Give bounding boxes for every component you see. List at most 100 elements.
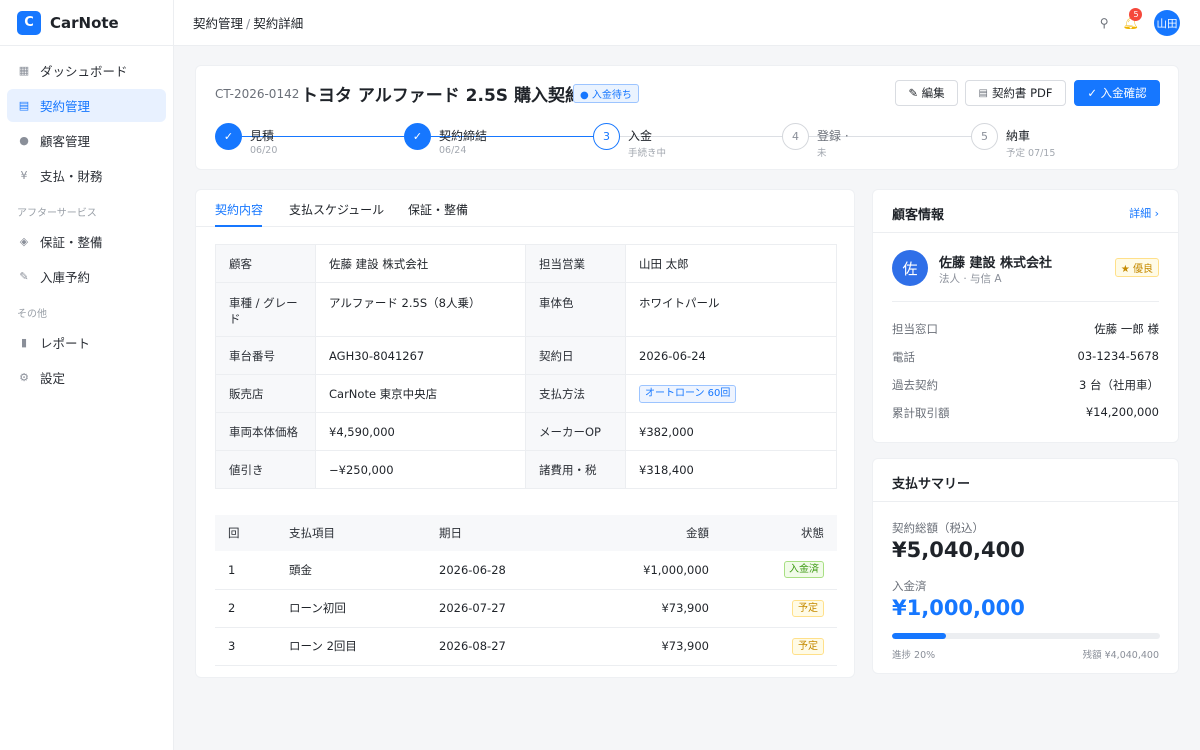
sidebar-item-booking[interactable]: ✎ 入庫予約: [7, 260, 166, 293]
step-3-marker: 3: [593, 123, 620, 150]
active-tab-indicator: [215, 225, 262, 227]
discount-value: −¥250,000: [315, 450, 526, 489]
card-title: 支払サマリー: [892, 477, 971, 492]
field-value: 佐藤 一郎 様: [1094, 322, 1159, 336]
tab-contract-content[interactable]: 契約内容: [215, 201, 263, 218]
spec-value-cell: オートローン 60回: [625, 374, 837, 413]
notification-button[interactable]: 🔔︎ 5: [1122, 7, 1143, 31]
customer-detail-link[interactable]: 詳細 ›: [1129, 205, 1159, 221]
spec-value: ホワイトパール: [625, 282, 837, 337]
contract-pdf-label: 契約書 PDF: [991, 86, 1053, 100]
step-1-date: 06/20: [250, 145, 278, 156]
table-row[interactable]: 3 ローン 2回目 2026-08-27 ¥73,900 予定: [215, 627, 837, 666]
spec-value: AGH30-8041267: [315, 336, 526, 375]
field-value: 03-1234-5678: [1077, 349, 1159, 363]
spec-value: アルファード 2.5S（8人乗）: [315, 282, 526, 337]
column-header: 金額: [579, 515, 709, 551]
brand-name: CarNote: [50, 13, 119, 32]
table-row[interactable]: 2 ローン初回 2026-07-27 ¥73,900 予定: [215, 589, 837, 628]
search-icon[interactable]: ⚲: [1100, 16, 1109, 30]
schedule-header-row: 回 支払項目 期日 金額 状態: [215, 515, 837, 551]
sidebar-item-label: 顧客管理: [40, 134, 91, 149]
spec-key: メーカーOP: [525, 412, 626, 451]
table-row[interactable]: 1 頭金 2026-06-28 ¥1,000,000 入金済: [215, 551, 837, 590]
spec-key: 販売店: [215, 374, 316, 413]
breadcrumb-separator: /: [246, 16, 251, 31]
breadcrumb: 契約管理 / 契約詳細: [193, 13, 303, 32]
sidebar-item-warranty[interactable]: ◈ 保証・整備: [7, 225, 166, 258]
wrench-icon: ✎: [19, 270, 29, 283]
sidebar-item-contracts[interactable]: ▤ 契約管理: [7, 89, 166, 122]
column-header: 支払項目: [289, 515, 439, 551]
progress-text: 進捗 20%: [892, 650, 936, 661]
step-5-marker: 5: [971, 123, 998, 150]
topbar-actions: ⚲ 🔔︎ 5 山田: [1100, 0, 1180, 46]
progress-bar: [892, 633, 1160, 639]
gear-icon: ⚙: [19, 371, 29, 384]
step-3-label: 入金: [628, 129, 653, 143]
tab-bar: 契約内容 支払スケジュール 保証・整備: [196, 190, 854, 227]
due-date: 2026-08-27: [439, 627, 579, 666]
customer-type: 法人 · 与信 A: [939, 273, 1002, 285]
customer-avatar: 佐: [892, 250, 928, 286]
paid-label: 入金済: [892, 579, 927, 593]
sidebar-item-label: 入庫予約: [40, 270, 91, 285]
spec-key: 担当営業: [525, 244, 626, 283]
step-5-label: 納車: [1006, 129, 1031, 143]
payment-item: ローン 2回目: [289, 627, 439, 666]
edit-button[interactable]: ✎ 編集: [895, 80, 958, 106]
page-title: トヨタ アルファード 2.5S 購入契約: [301, 86, 582, 106]
spec-key: 車両本体価格: [215, 412, 316, 451]
spec-key: 顧客: [215, 244, 316, 283]
due-date: 2026-06-28: [439, 551, 579, 590]
sidebar-item-label: 支払・財務: [40, 169, 103, 184]
breadcrumb-item-detail: 契約詳細: [253, 16, 304, 31]
spec-value: ¥382,000: [625, 412, 837, 451]
spec-row: 車台番号 AGH30-8041267 契約日 2026-06-24: [215, 336, 837, 375]
sidebar-item-finance[interactable]: ¥ 支払・財務: [7, 159, 166, 192]
spec-key: 車体色: [525, 282, 626, 337]
sidebar-item-settings[interactable]: ⚙ 設定: [7, 361, 166, 394]
amount: ¥73,900: [579, 627, 709, 666]
customer-info-card: 顧客情報 詳細 › 佐 佐藤 建設 株式会社 法人 · 与信 A ★ 優良 担当…: [872, 189, 1179, 443]
total-amount: ¥5,040,400: [892, 538, 1025, 562]
payment-item: ローン初回: [289, 589, 439, 628]
step-4-label: 登録 ·: [817, 129, 849, 143]
divider: [873, 501, 1178, 502]
customer-field: 累計取引額 ¥14,200,000: [892, 405, 1159, 421]
step-1-label: 見積: [250, 129, 275, 143]
sidebar-item-dashboard[interactable]: ▦ ダッシュボード: [7, 54, 166, 87]
status-badge: 入金済: [784, 561, 824, 579]
column-header: 状態: [709, 515, 837, 551]
grid-icon: ▦: [18, 64, 30, 77]
spec-value: CarNote 東京中央店: [315, 374, 526, 413]
brand[interactable]: C CarNote: [0, 0, 173, 46]
amount: ¥73,900: [579, 589, 709, 628]
customer-rank-badge: ★ 優良: [1114, 258, 1159, 277]
contract-pdf-button[interactable]: ▤ 契約書 PDF: [965, 80, 1066, 106]
spec-value: ¥4,590,000: [315, 412, 526, 451]
divider: [892, 301, 1159, 302]
sidebar: C CarNote ▦ ダッシュボード ▤ 契約管理 ● 顧客管理 ¥ 支払・財…: [0, 0, 174, 750]
contract-id: CT-2026-0142: [215, 87, 300, 101]
customer-field: 担当窓口 佐藤 一郎 様: [892, 321, 1159, 337]
spec-value: 佐藤 建設 株式会社: [315, 244, 526, 283]
spec-key: 車台番号: [215, 336, 316, 375]
tab-payment-schedule[interactable]: 支払スケジュール: [289, 201, 384, 218]
customer-field: 過去契約 3 台（社用車）: [892, 377, 1159, 393]
sidebar-item-label: レポート: [40, 336, 91, 351]
sidebar-item-label: ダッシュボード: [40, 64, 128, 79]
user-avatar[interactable]: 山田: [1154, 10, 1180, 36]
spec-value: 山田 太郎: [625, 244, 837, 283]
breadcrumb-item-contracts[interactable]: 契約管理: [193, 16, 243, 31]
chart-icon: ▮: [20, 336, 28, 349]
spec-key: 車種 / グレード: [215, 282, 316, 337]
spec-value: 2026-06-24: [625, 336, 837, 375]
tab-warranty[interactable]: 保証・整備: [408, 201, 468, 218]
step-2-date: 06/24: [439, 145, 467, 156]
sidebar-item-reports[interactable]: ▮ レポート: [7, 326, 166, 359]
step-5-date: 予定 07/15: [1006, 148, 1056, 159]
sidebar-item-customers[interactable]: ● 顧客管理: [7, 124, 166, 157]
confirm-payment-button[interactable]: ✓ 入金確認: [1074, 80, 1160, 106]
payment-schedule-table: 回 支払項目 期日 金額 状態 1 頭金 2026-06-28 ¥1,000,0…: [215, 515, 837, 666]
